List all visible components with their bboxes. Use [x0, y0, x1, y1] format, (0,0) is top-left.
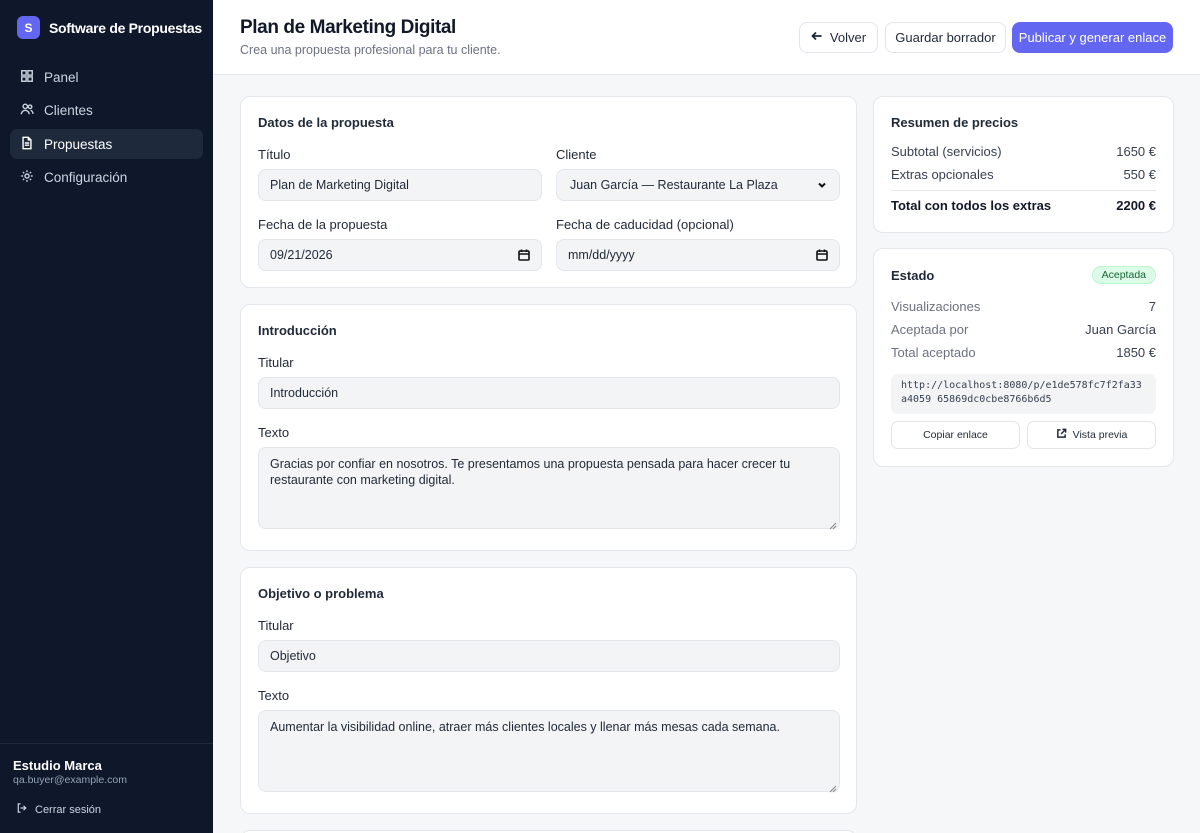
calendar-icon[interactable]	[815, 248, 829, 262]
heading-label: Titular	[258, 618, 294, 633]
intro-text-value: Gracias por confiar en nosotros. Te pres…	[270, 457, 791, 487]
grid-icon	[20, 69, 34, 86]
objective-text-area[interactable]: Aumentar la visibilidad online, atraer m…	[258, 710, 840, 793]
sidebar-item-panel[interactable]: Panel	[10, 62, 203, 92]
accepted-total-row: Total aceptado 1850 €	[891, 345, 1156, 360]
logout-button[interactable]: Cerrar sesión	[16, 802, 101, 817]
divider	[891, 190, 1156, 191]
expiry-placeholder: mm/dd/yyyy	[568, 248, 635, 262]
document-icon	[20, 136, 34, 153]
views-value: 7	[1148, 299, 1156, 314]
preview-button[interactable]: Vista previa	[1027, 421, 1156, 449]
extras-value: 550 €	[1123, 167, 1156, 182]
sidebar-item-label: Configuración	[44, 170, 128, 185]
objective-section-card: Objetivo o problema Titular Objetivo Tex…	[240, 567, 857, 814]
page-title: Plan de Marketing Digital	[240, 17, 456, 38]
publish-button[interactable]: Publicar y generar enlace	[1012, 22, 1173, 53]
resize-handle-icon[interactable]	[829, 781, 837, 793]
gear-icon	[20, 169, 34, 186]
brand-name: Software de Propuestas	[49, 19, 202, 36]
proposal-details-card: Datos de la propuesta Título Plan de Mar…	[240, 96, 857, 288]
chevron-down-icon	[815, 178, 829, 192]
sidebar-item-label: Panel	[44, 69, 79, 85]
text-label: Texto	[258, 425, 290, 440]
title-input[interactable]: Plan de Marketing Digital	[258, 169, 542, 201]
sidebar-item-propuestas[interactable]: Propuestas	[10, 129, 203, 159]
public-link[interactable]: http://localhost:8080/p/e1de578fc7f2fa33…	[891, 374, 1156, 414]
calendar-icon[interactable]	[517, 248, 531, 262]
back-button-label: Volver	[829, 30, 867, 45]
users-icon	[20, 102, 34, 119]
extras-label: Extras opcionales	[891, 167, 994, 182]
client-select[interactable]: Juan García — Restaurante La Plaza	[556, 169, 840, 201]
views-row: Visualizaciones 7	[891, 299, 1156, 314]
expiry-date-input[interactable]: mm/dd/yyyy	[556, 239, 840, 271]
page-header: Plan de Marketing Digital Crea una propu…	[213, 0, 1200, 75]
arrow-left-icon	[811, 30, 823, 45]
back-button[interactable]: Volver	[799, 22, 878, 53]
preview-button-label: Vista previa	[1072, 429, 1128, 441]
accepted-total-label: Total aceptado	[891, 345, 976, 360]
card-title: Resumen de precios	[891, 115, 1019, 130]
total-label: Total con todos los extras	[891, 198, 1052, 213]
total-value: 2200 €	[1116, 198, 1156, 213]
text-label: Texto	[258, 688, 290, 703]
org-name: Estudio Marca	[13, 758, 102, 773]
views-label: Visualizaciones	[891, 299, 981, 314]
accepted-by-value: Juan García	[1085, 322, 1156, 337]
expiry-label: Fecha de caducidad (opcional)	[556, 217, 734, 232]
sidebar: S Software de Propuestas Panel Clientes …	[0, 0, 213, 833]
extras-row: Extras opcionales 550 €	[891, 167, 1156, 182]
pricing-summary-card: Resumen de precios Subtotal (servicios) …	[873, 96, 1174, 233]
date-input[interactable]: 09/21/2026	[258, 239, 542, 271]
objective-heading-input[interactable]: Objetivo	[258, 640, 840, 672]
card-title: Objetivo o problema	[258, 586, 384, 601]
subtotal-label: Subtotal (servicios)	[891, 144, 1002, 159]
save-draft-button[interactable]: Guardar borrador	[885, 22, 1006, 53]
title-label: Título	[258, 147, 291, 162]
sidebar-item-label: Propuestas	[44, 136, 113, 152]
copy-link-button[interactable]: Copiar enlace	[891, 421, 1020, 449]
brand-logo: S	[17, 16, 40, 39]
sidebar-footer: Estudio Marca qa.buyer@example.com Cerra…	[0, 743, 213, 833]
status-card: Estado Aceptada Visualizaciones 7 Acepta…	[873, 248, 1174, 467]
accepted-by-label: Aceptada por	[891, 322, 969, 337]
external-link-icon	[1056, 428, 1067, 442]
intro-heading-input[interactable]: Introducción	[258, 377, 840, 409]
sidebar-item-label: Clientes	[44, 103, 93, 118]
subtotal-value: 1650 €	[1116, 144, 1156, 159]
intro-text-area[interactable]: Gracias por confiar en nosotros. Te pres…	[258, 447, 840, 530]
logout-icon	[16, 802, 28, 817]
card-title: Datos de la propuesta	[258, 115, 394, 130]
sidebar-item-clientes[interactable]: Clientes	[10, 96, 203, 126]
accepted-by-row: Aceptada por Juan García	[891, 322, 1156, 337]
client-label: Cliente	[556, 147, 597, 162]
sidebar-nav: Panel Clientes Propuestas Configuración	[10, 62, 203, 196]
client-select-value: Juan García — Restaurante La Plaza	[570, 178, 778, 192]
card-title: Introducción	[258, 323, 337, 338]
card-title: Estado	[891, 268, 935, 283]
logout-label: Cerrar sesión	[35, 803, 102, 816]
heading-label: Titular	[258, 355, 294, 370]
subtotal-row: Subtotal (servicios) 1650 €	[891, 144, 1156, 159]
user-email: qa.buyer@example.com	[13, 774, 127, 786]
sidebar-item-configuracion[interactable]: Configuración	[10, 163, 203, 193]
page-subtitle: Crea una propuesta profesional para tu c…	[240, 43, 501, 57]
date-value: 09/21/2026	[270, 248, 333, 262]
intro-section-card: Introducción Titular Introducción Texto …	[240, 304, 857, 551]
total-row: Total con todos los extras 2200 €	[891, 198, 1156, 213]
objective-text-value: Aumentar la visibilidad online, atraer m…	[270, 720, 780, 734]
status-badge: Aceptada	[1091, 266, 1156, 284]
date-label: Fecha de la propuesta	[258, 217, 388, 232]
resize-handle-icon[interactable]	[829, 518, 837, 530]
brand[interactable]: S Software de Propuestas	[17, 16, 202, 39]
accepted-total-value: 1850 €	[1116, 345, 1156, 360]
